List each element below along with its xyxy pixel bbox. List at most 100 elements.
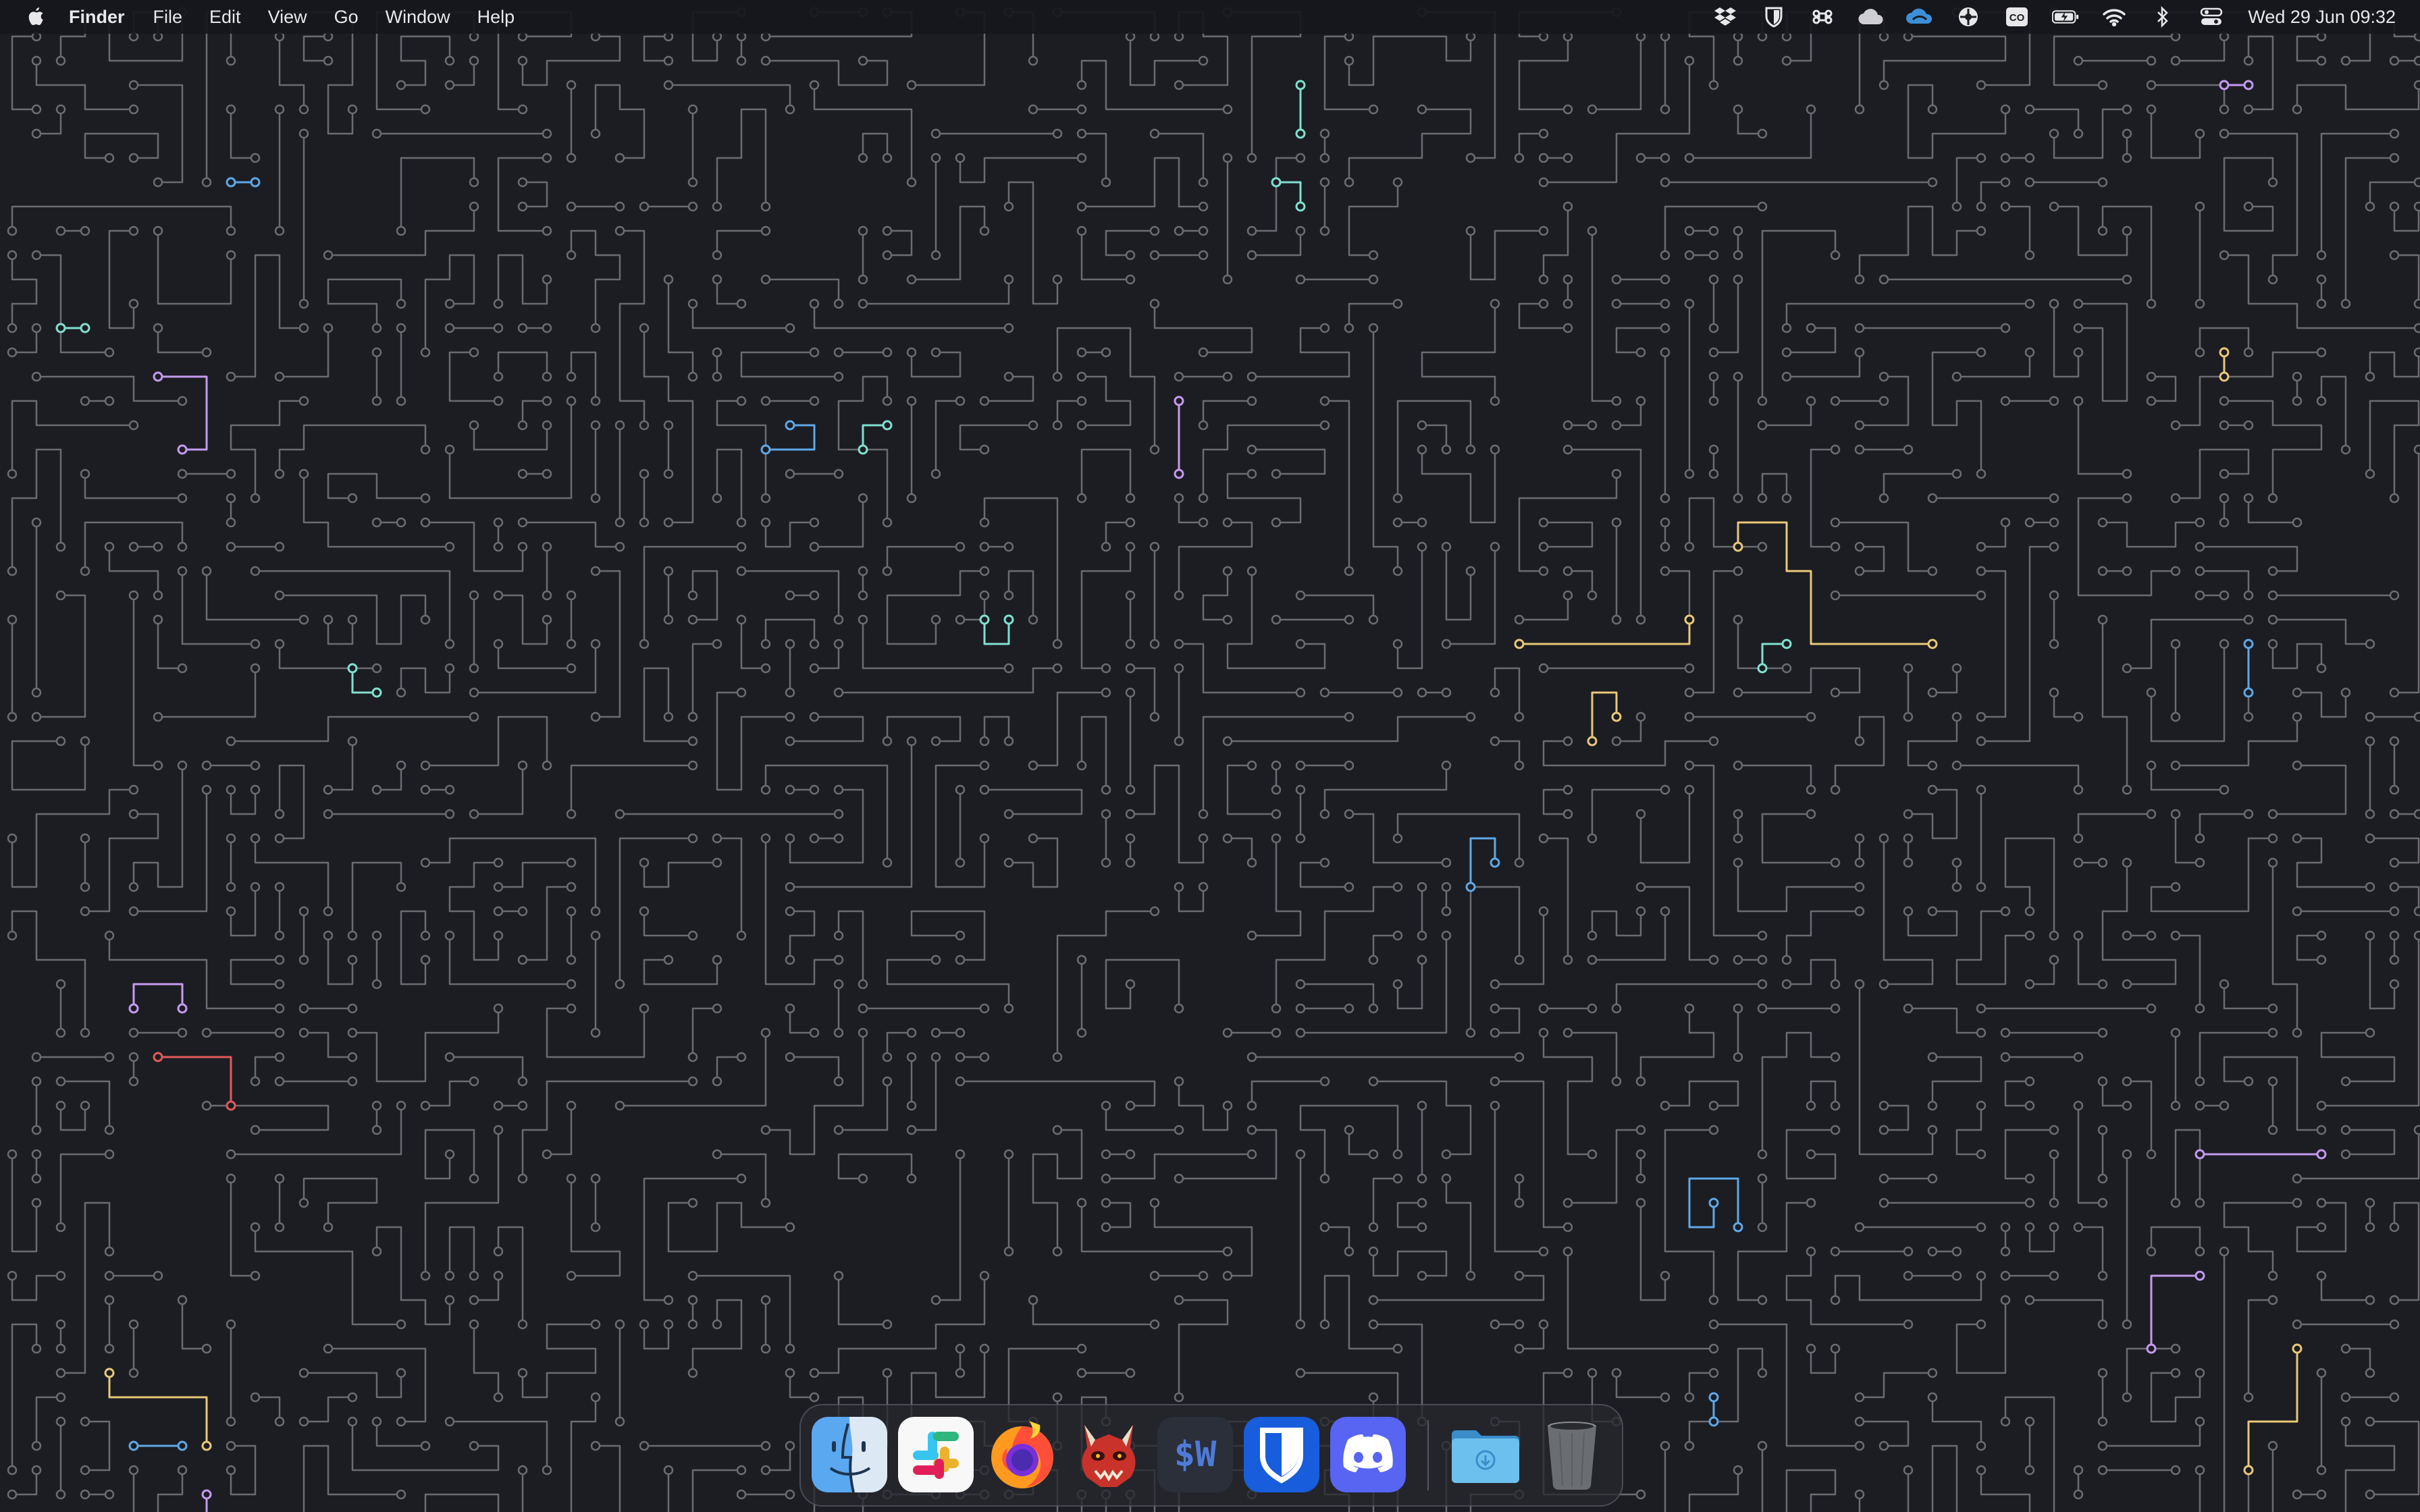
maze-path: [1032, 1299, 1156, 1326]
maze-path: [1494, 740, 1521, 767]
downloads-folder-icon[interactable]: [1448, 1417, 1523, 1492]
maze-node: [736, 930, 747, 941]
maze-node: [1246, 444, 1257, 455]
menu-app-name[interactable]: Finder: [69, 7, 125, 28]
maze-node: [566, 590, 577, 601]
maze-path: [740, 351, 840, 378]
maze-node: [396, 323, 406, 333]
maze-node: [1003, 736, 1014, 747]
maze-node: [2267, 639, 2278, 649]
maze-node: [1198, 420, 1209, 431]
dropbox-icon[interactable]: [1712, 3, 1739, 30]
menubar-clock[interactable]: Wed 29 Jun 09:32: [2248, 7, 2396, 28]
maze-path: [1007, 181, 1059, 305]
maze-path: [11, 35, 38, 111]
maze-node: [1854, 347, 1865, 358]
maze-node: [2122, 225, 2132, 236]
maze-node: [31, 1440, 42, 1451]
maze-node: [1003, 541, 1014, 552]
maze-path: [35, 594, 86, 718]
control-center-icon[interactable]: [2198, 3, 2225, 30]
maze-node: [80, 323, 90, 333]
maze-node: [323, 906, 334, 917]
maze-node: [1708, 444, 1719, 455]
maze-node: [469, 590, 479, 601]
maze-node: [1465, 566, 1476, 576]
maze-node: [250, 566, 261, 576]
finder-icon[interactable]: [812, 1417, 887, 1492]
apple-menu-icon[interactable]: [24, 3, 47, 30]
maze-path: [1348, 1129, 1375, 1156]
cloud-icon[interactable]: [1858, 3, 1885, 30]
maze-node: [1660, 1392, 1671, 1403]
maze-node: [1733, 55, 1743, 66]
menu-file[interactable]: File: [153, 7, 183, 28]
wifi-icon[interactable]: [2101, 3, 2128, 30]
maze-node: [2340, 1343, 2351, 1354]
maze-node: [712, 1076, 722, 1087]
maze-node: [1733, 250, 1743, 261]
maze-node: [31, 517, 42, 528]
trash-icon[interactable]: [1534, 1417, 1610, 1492]
mosaic-icon[interactable]: [1955, 3, 1982, 30]
maze-node: [906, 1125, 917, 1135]
maze-node: [1854, 323, 1865, 333]
maze-node: [250, 493, 261, 504]
maze-node: [2292, 1343, 2303, 1354]
doom-icon[interactable]: [1071, 1417, 1147, 1492]
maze-node: [128, 80, 139, 90]
maze-node: [1635, 1173, 1646, 1184]
maze-node: [979, 760, 990, 771]
maze-node: [104, 1125, 115, 1135]
maze-node: [1587, 833, 1598, 844]
maze-path: [2393, 1202, 2420, 1301]
maze-path: [230, 108, 257, 159]
maze-node: [1927, 1368, 1938, 1378]
maze-node: [517, 1465, 528, 1476]
maze-node: [177, 541, 188, 552]
maze-node: [955, 930, 966, 941]
maze-node: [274, 1052, 285, 1062]
cc-icon[interactable]: CO: [2003, 3, 2030, 30]
slack-icon[interactable]: [898, 1417, 974, 1492]
command-icon[interactable]: [1809, 3, 1836, 30]
maze-node: [250, 153, 261, 163]
maze-node: [1757, 1222, 1768, 1233]
maze-path: [1421, 302, 1496, 402]
menu-go[interactable]: Go: [334, 7, 359, 28]
maze-node: [1927, 104, 1938, 115]
cloud-sync-icon[interactable]: [1906, 3, 1933, 30]
maze-node: [1514, 857, 1525, 868]
warp-icon[interactable]: $W: [1157, 1417, 1233, 1492]
maze-node: [420, 1440, 431, 1451]
maze-path: [497, 643, 573, 670]
maze-node: [542, 128, 552, 139]
maze-node: [128, 882, 139, 892]
maze-node: [2316, 1197, 2327, 1208]
shield-icon[interactable]: [1760, 3, 1787, 30]
firefox-icon[interactable]: [984, 1417, 1060, 1492]
bluetooth-icon[interactable]: [2149, 3, 2176, 30]
maze-node: [1514, 1270, 1525, 1281]
maze-node: [177, 1027, 188, 1038]
menu-window[interactable]: Window: [386, 7, 450, 28]
maze-node: [1951, 663, 1962, 674]
maze-node: [250, 663, 261, 674]
maze-node: [833, 639, 844, 649]
menu-edit[interactable]: Edit: [209, 7, 241, 28]
menu-help[interactable]: Help: [477, 7, 515, 28]
maze-node: [1878, 1100, 1889, 1111]
maze-node: [639, 639, 650, 649]
bitwarden-icon[interactable]: [1244, 1417, 1319, 1492]
maze-node: [1344, 760, 1354, 771]
maze-path: [935, 1153, 962, 1301]
menu-view[interactable]: View: [268, 7, 307, 28]
discord-icon[interactable]: [1330, 1417, 1406, 1492]
maze-node: [1222, 736, 1233, 747]
maze-path: [1105, 521, 1132, 548]
maze-node: [2146, 930, 2157, 941]
maze-path: [1469, 230, 1545, 281]
maze-node: [1514, 954, 1525, 965]
maze-path: [1518, 1323, 1545, 1350]
maze-node: [2024, 1465, 2035, 1476]
